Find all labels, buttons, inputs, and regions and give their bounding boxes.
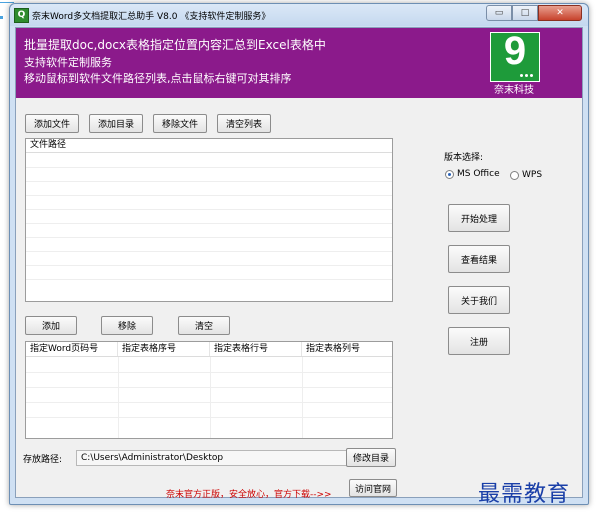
logo-caption: 奈末科技	[494, 85, 534, 96]
param-table[interactable]: 指定Word页码号 指定表格序号 指定表格行号 指定表格列号	[25, 341, 393, 439]
col-table-row[interactable]: 指定表格行号	[210, 342, 302, 356]
logo-digit: 9	[503, 29, 527, 73]
table-col-divider	[118, 357, 119, 438]
window-title: 奈末Word多文档提取汇总助手 V8.0 《支持软件定制服务》	[32, 12, 271, 22]
list-grid-line	[26, 279, 392, 280]
banner: 批量提取doc,docx表格指定位置内容汇总到Excel表格中 支持软件定制服务…	[16, 28, 582, 98]
register-button[interactable]: 注册	[448, 327, 510, 355]
file-path-list[interactable]: 文件路径	[25, 138, 393, 302]
list-grid-line	[26, 181, 392, 182]
table-grid-line	[26, 372, 392, 373]
maximize-button[interactable]: □	[512, 5, 538, 21]
list-grid-line	[26, 265, 392, 266]
logo-dots-icon	[520, 69, 536, 77]
col-table-index[interactable]: 指定表格序号	[118, 342, 210, 356]
page-accent-dot	[0, 16, 3, 19]
col-table-column[interactable]: 指定表格列号	[302, 342, 392, 356]
app-window: Q 奈末Word多文档提取汇总助手 V8.0 《支持软件定制服务》 ▭ □ ✕ …	[9, 3, 589, 505]
change-directory-button[interactable]: 修改目录	[346, 448, 396, 467]
list-grid-line	[26, 167, 392, 168]
remove-param-button[interactable]: 移除	[101, 316, 153, 335]
list-grid-line	[26, 237, 392, 238]
close-button[interactable]: ✕	[538, 5, 582, 21]
list-grid-line	[26, 251, 392, 252]
minimize-button[interactable]: ▭	[486, 5, 512, 21]
list-grid-line	[26, 195, 392, 196]
list-grid-line	[26, 209, 392, 210]
view-result-button[interactable]: 查看结果	[448, 245, 510, 273]
about-us-button[interactable]: 关于我们	[448, 286, 510, 314]
list-grid-line	[26, 223, 392, 224]
wps-radio[interactable]	[510, 171, 519, 180]
client-area: 批量提取doc,docx表格指定位置内容汇总到Excel表格中 支持软件定制服务…	[15, 27, 583, 500]
add-directory-button[interactable]: 添加目录	[89, 114, 143, 133]
title-bar[interactable]: Q 奈末Word多文档提取汇总助手 V8.0 《支持软件定制服务》 ▭ □ ✕	[10, 4, 588, 26]
add-file-button[interactable]: 添加文件	[25, 114, 79, 133]
banner-line-1: 批量提取doc,docx表格指定位置内容汇总到Excel表格中	[24, 38, 326, 52]
watermark-text: 最需教育	[478, 482, 571, 507]
table-grid-line	[26, 387, 392, 388]
table-col-divider	[210, 357, 211, 438]
start-processing-button[interactable]: 开始处理	[448, 204, 510, 232]
company-logo: 9	[490, 29, 540, 82]
save-path-field[interactable]: C:\Users\Administrator\Desktop	[76, 450, 348, 466]
save-path-label: 存放路径:	[23, 455, 63, 465]
banner-line-2: 支持软件定制服务	[24, 56, 112, 69]
visit-website-button[interactable]: 访问官网	[349, 479, 397, 497]
table-col-divider	[302, 357, 303, 438]
add-param-button[interactable]: 添加	[25, 316, 77, 335]
wps-label[interactable]: WPS	[522, 170, 542, 180]
file-path-column-header[interactable]: 文件路径	[26, 139, 392, 153]
banner-line-3: 移动鼠标到软件文件路径列表,点击鼠标右键可对其排序	[24, 72, 292, 85]
file-path-header-label: 文件路径	[30, 140, 67, 150]
remove-file-button[interactable]: 移除文件	[153, 114, 207, 133]
param-table-header: 指定Word页码号 指定表格序号 指定表格行号 指定表格列号	[26, 342, 392, 357]
col-word-page[interactable]: 指定Word页码号	[26, 342, 118, 356]
table-grid-line	[26, 402, 392, 403]
version-label: 版本选择:	[444, 153, 484, 163]
clear-list-button[interactable]: 清空列表	[217, 114, 271, 133]
ms-office-radio[interactable]	[445, 170, 454, 179]
table-grid-line	[26, 417, 392, 418]
ms-office-label[interactable]: MS Office	[457, 169, 500, 179]
clear-param-button[interactable]: 清空	[178, 316, 230, 335]
official-download-notice: 奈末官方正版，安全放心，官方下载-->>	[166, 490, 332, 500]
window-controls: ▭ □ ✕	[486, 5, 582, 22]
app-icon: Q	[14, 8, 29, 23]
